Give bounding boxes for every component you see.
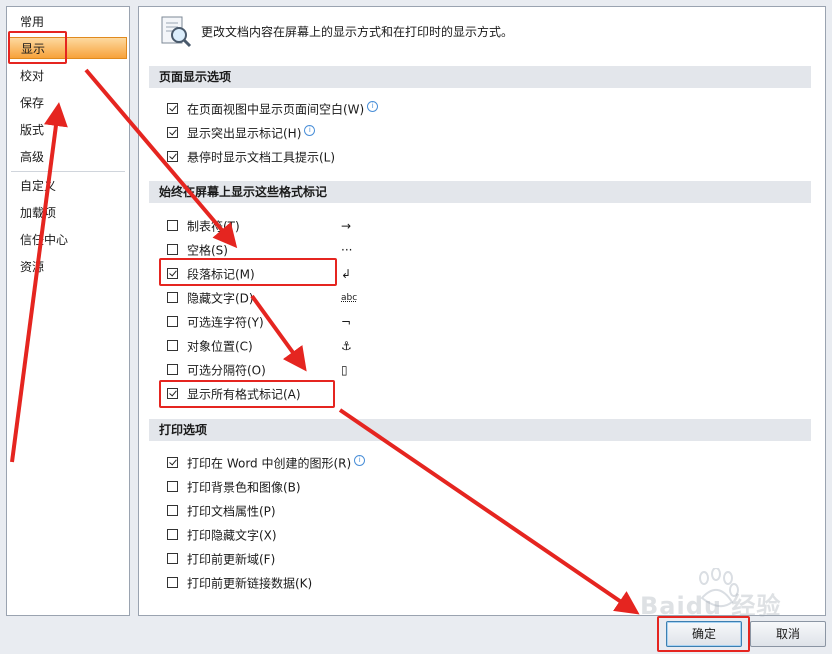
sidebar-item-layout[interactable]: 版式 [9, 119, 127, 141]
sidebar-item-general[interactable]: 常用 [9, 11, 127, 33]
checkbox[interactable] [167, 457, 178, 468]
checkbox[interactable] [167, 268, 178, 279]
sidebar-item-addins[interactable]: 加载项 [9, 202, 127, 224]
anchor-icon: ⚓ [341, 339, 352, 353]
sidebar-item-display[interactable]: 显示 [9, 37, 127, 59]
sidebar-item-resources[interactable]: 资源 [9, 256, 127, 278]
panel-header: 更改文档内容在屏幕上的显示方式和在打印时的显示方式。 [139, 7, 825, 55]
option-tab-characters[interactable]: 制表符(T) → [167, 217, 351, 235]
optional-break-icon: ▯ [341, 363, 348, 377]
checkbox[interactable] [167, 529, 178, 540]
checkbox[interactable] [167, 127, 178, 138]
option-show-all-marks[interactable]: 显示所有格式标记(A) [167, 385, 301, 403]
paragraph-mark-icon: ↲ [341, 267, 352, 281]
option-print-background[interactable]: 打印背景色和图像(B) [167, 478, 301, 496]
checkbox[interactable] [167, 151, 178, 162]
ok-button[interactable]: 确定 [666, 621, 742, 647]
sidebar-divider [11, 171, 125, 172]
option-print-hidden-text[interactable]: 打印隐藏文字(X) [167, 526, 277, 544]
checkbox[interactable] [167, 244, 178, 255]
sidebar-item-trust-center[interactable]: 信任中心 [9, 229, 127, 251]
checkbox[interactable] [167, 316, 178, 327]
hyphen-mark-icon: ¬ [341, 315, 352, 329]
checkbox[interactable] [167, 364, 178, 375]
section-format-marks-title: 始终在屏幕上显示这些格式标记 [149, 181, 811, 203]
checkbox[interactable] [167, 505, 178, 516]
cancel-button[interactable]: 取消 [750, 621, 826, 647]
option-object-anchors[interactable]: 对象位置(C) ⚓ [167, 337, 352, 355]
checkbox[interactable] [167, 577, 178, 588]
checkbox[interactable] [167, 220, 178, 231]
info-icon: i [367, 101, 379, 112]
option-print-drawings[interactable]: 打印在 Word 中创建的图形(R) i [167, 454, 366, 472]
document-magnifier-icon [161, 16, 192, 48]
hidden-text-mark-icon: abc [341, 293, 358, 303]
option-show-tooltips[interactable]: 悬停时显示文档工具提示(L) [167, 148, 335, 166]
sidebar-item-proofing[interactable]: 校对 [9, 65, 127, 87]
space-mark-icon: ··· [341, 243, 353, 257]
options-sidebar: 常用 显示 校对 保存 版式 高级 自定义 加载项 信任中心 资源 [6, 6, 130, 616]
section-print-title: 打印选项 [149, 419, 811, 441]
option-spaces[interactable]: 空格(S) ··· [167, 241, 352, 259]
sidebar-item-customize[interactable]: 自定义 [9, 175, 127, 197]
tab-mark-icon: → [341, 219, 352, 233]
panel-description: 更改文档内容在屏幕上的显示方式和在打印时的显示方式。 [201, 25, 514, 39]
option-optional-breaks[interactable]: 可选分隔符(O) ▯ [167, 361, 348, 379]
option-optional-hyphens[interactable]: 可选连字符(Y) ¬ [167, 313, 351, 331]
option-update-linked-data[interactable]: 打印前更新链接数据(K) [167, 574, 312, 592]
checkbox[interactable] [167, 292, 178, 303]
checkbox[interactable] [167, 481, 178, 492]
section-page-display-title: 页面显示选项 [149, 66, 811, 88]
checkbox[interactable] [167, 340, 178, 351]
option-show-whitespace[interactable]: 在页面视图中显示页面间空白(W) i [167, 100, 379, 118]
option-hidden-text[interactable]: 隐藏文字(D) abc [167, 289, 357, 307]
sidebar-item-save[interactable]: 保存 [9, 92, 127, 114]
checkbox[interactable] [167, 103, 178, 114]
display-options-panel: 更改文档内容在屏幕上的显示方式和在打印时的显示方式。 页面显示选项 在页面视图中… [138, 6, 826, 616]
checkbox[interactable] [167, 388, 178, 399]
info-icon: i [304, 125, 316, 136]
sidebar-item-advanced[interactable]: 高级 [9, 146, 127, 168]
option-print-properties[interactable]: 打印文档属性(P) [167, 502, 276, 520]
checkbox[interactable] [167, 553, 178, 564]
option-update-fields[interactable]: 打印前更新域(F) [167, 550, 275, 568]
option-paragraph-marks[interactable]: 段落标记(M) ↲ [167, 265, 351, 283]
option-show-highlight[interactable]: 显示突出显示标记(H) i [167, 124, 316, 142]
info-icon: i [354, 455, 366, 466]
